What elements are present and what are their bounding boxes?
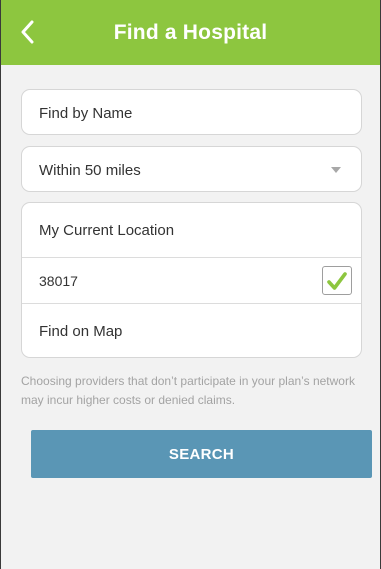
location-options: My Current Location 38017 Find on Map — [21, 202, 362, 358]
checkmark-icon — [327, 271, 347, 290]
distance-dropdown[interactable]: Within 50 miles — [21, 146, 362, 192]
search-button[interactable]: SEARCH — [31, 430, 372, 478]
distance-selected-value: Within 50 miles — [39, 161, 141, 179]
header-bar: Find a Hospital — [1, 0, 380, 65]
my-current-location-option[interactable]: My Current Location — [22, 203, 361, 257]
page-title: Find a Hospital — [113, 20, 268, 44]
network-disclaimer: Choosing providers that don’t participat… — [21, 374, 355, 407]
dropdown-arrow-icon — [331, 167, 341, 173]
zip-code-input[interactable]: 38017 — [22, 258, 361, 303]
chevron-left-icon — [21, 20, 34, 44]
find-on-map-option[interactable]: Find on Map — [22, 304, 361, 358]
zip-checkbox[interactable] — [322, 266, 352, 295]
find-by-name-input[interactable]: Find by Name — [21, 89, 362, 135]
find-by-name-placeholder: Find by Name — [39, 104, 133, 122]
back-button[interactable] — [15, 18, 39, 46]
app-screen: Find a Hospital Find by Name Within 50 m… — [0, 0, 381, 569]
